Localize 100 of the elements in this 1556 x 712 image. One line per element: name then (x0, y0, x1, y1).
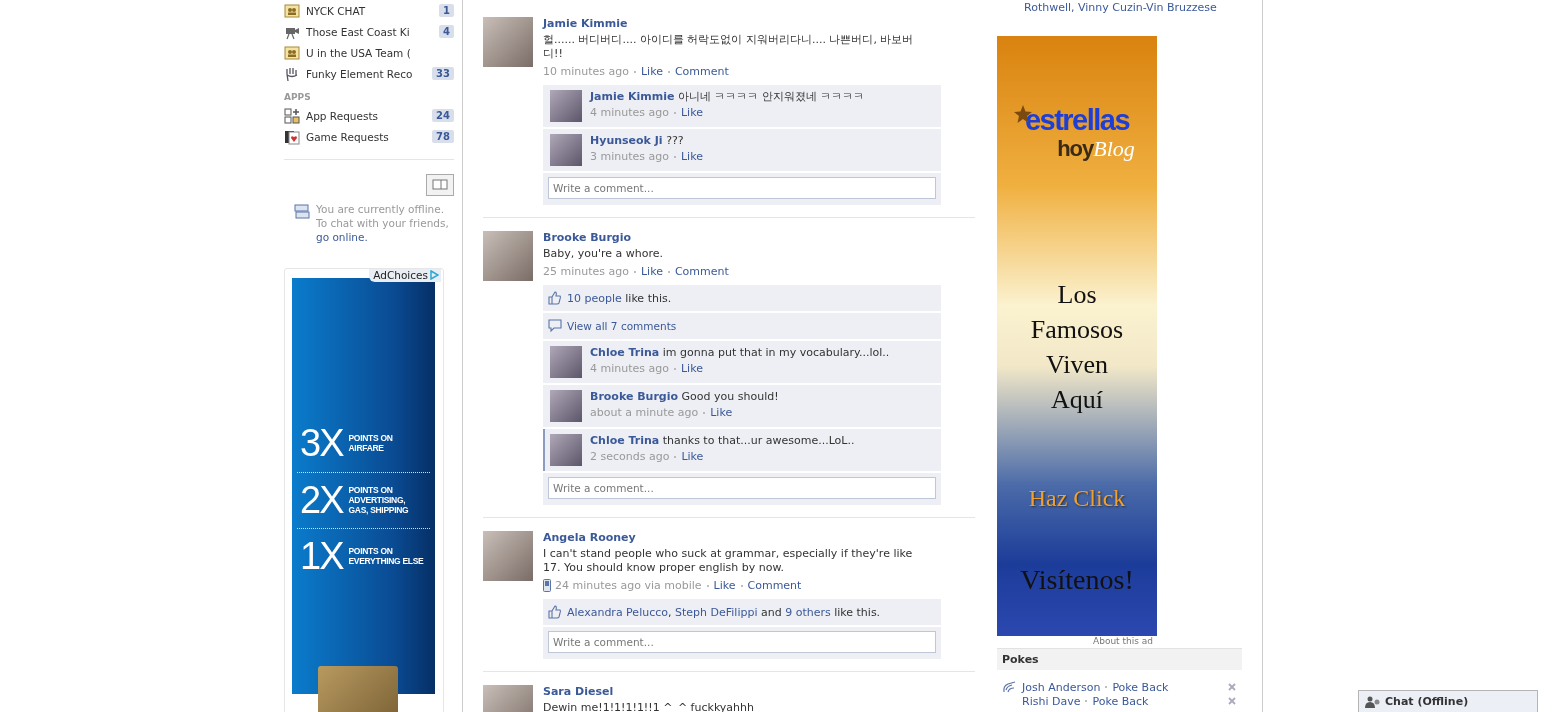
comment-input-field[interactable]: Write a comment... (548, 631, 936, 653)
comment-text: Brooke Burgio Good you should! (590, 390, 780, 404)
ad-headline: Los Famosos Viven Aquí (1029, 279, 1125, 416)
timestamp: 4 minutes ago (590, 106, 669, 119)
app-link[interactable]: Game Requests (306, 130, 427, 143)
thumbs-up-icon (548, 605, 562, 619)
logo-text: estrellas (1024, 104, 1130, 136)
offline-message: You are currently offline. To chat with your friends, go online. (316, 202, 450, 244)
action-link[interactable]: Like (641, 65, 663, 78)
phone-icon (543, 579, 551, 592)
name-link[interactable]: Steph DeFilippi (675, 605, 758, 619)
like-link[interactable]: Like (681, 150, 703, 163)
author-link[interactable]: Jamie Kimmie (543, 17, 628, 30)
author-link[interactable]: Jamie Kimmie (590, 90, 675, 103)
app-link[interactable]: App Requests (306, 109, 427, 122)
post-text: I can't stand people who suck at grammar, especially if they're like 17. You should know proper english by now. (543, 547, 914, 575)
group-icon (284, 2, 300, 19)
avatar-photo-placeholder[interactable] (483, 231, 533, 281)
count-badge: 78 (432, 130, 454, 143)
logo-subtext: hoy (1057, 136, 1094, 162)
cards-icon (284, 128, 300, 145)
count-badge: 1 (439, 4, 454, 17)
avatar-photo-placeholder[interactable] (483, 531, 533, 581)
author-link[interactable]: Sara Diesel (543, 685, 614, 698)
apps-icon (284, 107, 300, 124)
poker-name-link[interactable]: Rishi Dave (1022, 694, 1081, 708)
avatar-photo-placeholder[interactable] (550, 90, 582, 122)
author-link[interactable]: Brooke Burgio (590, 390, 679, 403)
group-link[interactable]: Funky Element Reco (306, 67, 427, 80)
timestamp: 3 minutes ago (590, 150, 669, 163)
sidebar-toggle-button[interactable] (426, 174, 454, 196)
pokes-header: Pokes (997, 648, 1242, 670)
timestamp: 2 seconds ago (590, 450, 670, 463)
action-link[interactable]: Comment (747, 579, 802, 592)
group-link[interactable]: U in the USA Team ( (306, 46, 454, 59)
avatar-photo-placeholder[interactable] (550, 434, 582, 466)
go-online-link[interactable]: go online. (316, 231, 368, 243)
like-link[interactable]: Like (681, 362, 703, 375)
count-badge: 33 (432, 67, 454, 80)
person-icon (1365, 695, 1381, 708)
ad-closing-text: Visítenos! (1020, 564, 1134, 596)
offer-text: POINTS ON AIRFARE (348, 433, 393, 453)
chat-bar-button[interactable]: Chat (Offline) (1358, 690, 1538, 712)
timestamp: 4 minutes ago (590, 362, 669, 375)
offer-text: POINTS ON ADVERTISING, GAS, SHIPPING (348, 484, 409, 515)
comment-text: Chloe Trina im gonna put that in my vocabulary...lol.. (590, 346, 891, 360)
count-badge: 24 (432, 109, 454, 122)
friends-names-text: Rothwell, Vinny Cuzin-Vin Bruzzese (1024, 1, 1218, 14)
section-heading: APPS (284, 92, 312, 102)
group-link[interactable]: NYCK CHAT (306, 4, 434, 17)
play-icon (429, 270, 439, 280)
logo-script-text: Blog (1093, 136, 1135, 162)
author-link[interactable]: Brooke Burgio (543, 231, 632, 244)
ad-cta-text: Haz Click (1028, 485, 1126, 512)
avatar-photo-placeholder[interactable] (550, 390, 582, 422)
like-link[interactable]: Like (681, 450, 704, 463)
view-comments-link[interactable]: View all 7 comments (567, 320, 677, 332)
adchoices-link[interactable]: AdChoices (369, 269, 441, 282)
poke-back-link[interactable]: Poke Back (1092, 694, 1149, 708)
multiplier-text: 1X (300, 535, 343, 576)
name-link[interactable]: 9 others (785, 605, 831, 619)
close-icon[interactable] (1228, 683, 1236, 691)
hand-icon (284, 65, 300, 82)
action-link[interactable]: Like (641, 265, 663, 278)
poke-back-link[interactable]: Poke Back (1112, 680, 1169, 694)
chat-icon (294, 204, 310, 220)
comment-text: Jamie Kimmie 아니네 ㅋㅋㅋㅋ 안지워졌네 ㅋㅋㅋㅋ (590, 90, 866, 104)
comment-bubble-icon (548, 319, 562, 333)
name-link[interactable]: Alexandra Pelucco (567, 605, 668, 619)
comment-input-field[interactable]: Write a comment... (548, 177, 936, 199)
close-icon[interactable] (1228, 697, 1236, 705)
action-link[interactable]: Like (713, 579, 736, 592)
post-text: Baby, you're a whore. (543, 247, 665, 261)
like-link[interactable]: Like (710, 406, 733, 419)
ad-banner[interactable]: estrellas hoyBlog Los Famosos Viven Aquí Haz Click Visítenos! (997, 36, 1157, 636)
timestamp: 10 minutes ago (543, 65, 629, 78)
likes-text: Alexandra Pelucco, Steph DeFilippi and 9 others like this. (567, 605, 881, 619)
comment-text: Hyunseok Ji ??? (590, 134, 685, 148)
timestamp: 24 minutes ago via mobile (555, 579, 702, 592)
name-link[interactable]: 10 people (567, 291, 622, 305)
group-link[interactable]: Those East Coast Ki (306, 25, 434, 38)
panel-icon (432, 179, 448, 191)
comment-input-field[interactable]: Write a comment... (548, 477, 936, 499)
author-link[interactable]: Hyunseok Ji (590, 134, 663, 147)
thumbs-up-icon (548, 291, 562, 305)
comment-text: Chloe Trina thanks to that...ur awesome...LoL.. (590, 434, 856, 448)
avatar-photo-placeholder[interactable] (483, 17, 533, 67)
group-icon (284, 44, 300, 61)
count-badge: 4 (439, 25, 454, 38)
avatar-photo-placeholder[interactable] (550, 346, 582, 378)
author-link[interactable]: Angela Rooney (543, 531, 636, 544)
about-ad-link[interactable]: About this ad (1093, 636, 1153, 646)
action-link[interactable]: Comment (674, 65, 729, 78)
avatar-photo-placeholder[interactable] (550, 134, 582, 166)
action-link[interactable]: Comment (674, 265, 729, 278)
author-link[interactable]: Chloe Trina (590, 434, 660, 447)
author-link[interactable]: Chloe Trina (590, 346, 660, 359)
poker-name-link[interactable]: Josh Anderson (1022, 680, 1101, 694)
like-link[interactable]: Like (681, 106, 703, 119)
multiplier-text: 2X (300, 479, 343, 520)
